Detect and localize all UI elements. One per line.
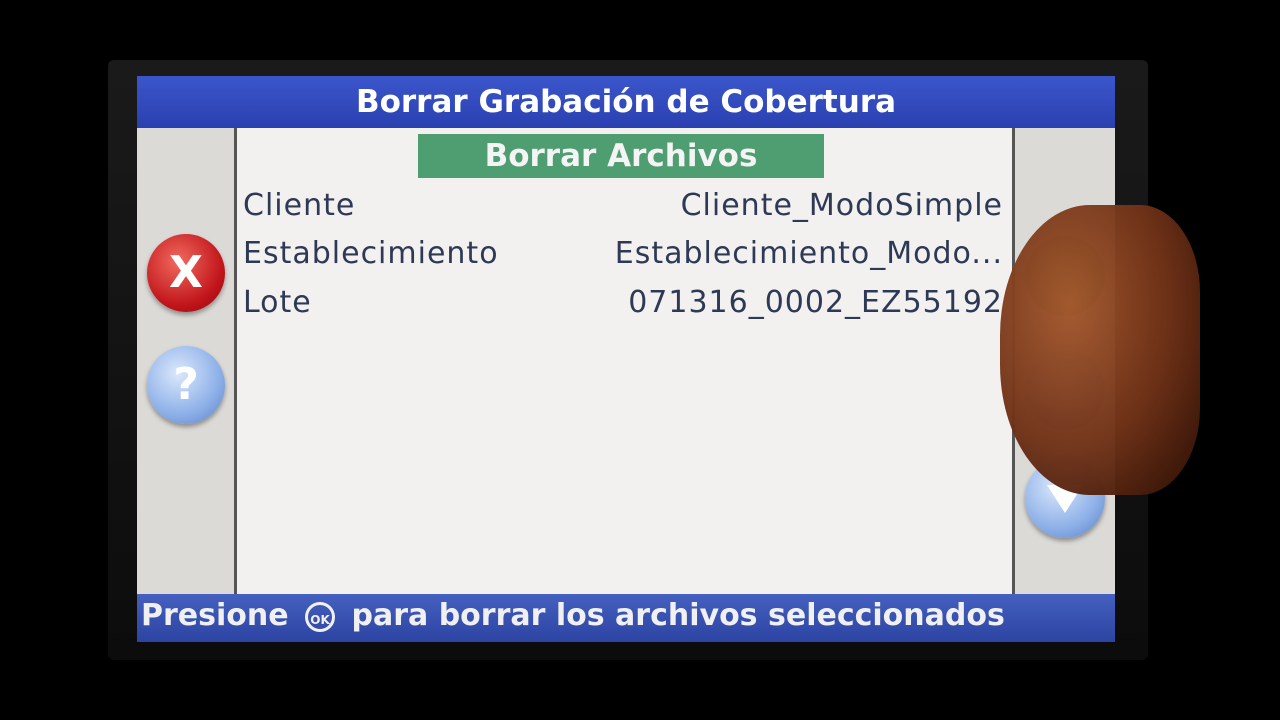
file-details-panel: Borrar Archivos Cliente Cliente_ModoSimp… xyxy=(237,128,1012,594)
left-button-panel: X ? xyxy=(137,128,237,594)
detail-row-cliente[interactable]: Cliente Cliente_ModoSimple xyxy=(243,186,1003,226)
cancel-button[interactable]: X xyxy=(147,234,225,312)
user-finger xyxy=(1000,205,1200,495)
close-icon: X xyxy=(169,247,203,298)
detail-label: Cliente xyxy=(243,188,356,223)
section-header: Borrar Archivos xyxy=(418,134,824,178)
detail-value: Cliente_ModoSimple xyxy=(680,188,1003,223)
detail-value: 071316_0002_EZ55192 xyxy=(628,285,1003,320)
help-button[interactable]: ? xyxy=(147,346,225,424)
help-icon: ? xyxy=(173,359,199,410)
detail-row-establecimiento[interactable]: Establecimiento Establecimiento_Modo... xyxy=(243,234,1003,274)
device-screen: Borrar Grabación de Cobertura X ? Borrar… xyxy=(137,76,1115,642)
detail-row-lote[interactable]: Lote 071316_0002_EZ55192 xyxy=(243,283,1003,323)
page-title: Borrar Grabación de Cobertura xyxy=(137,76,1115,128)
detail-label: Lote xyxy=(243,285,312,320)
ok-icon: OK xyxy=(305,601,336,632)
detail-label: Establecimiento xyxy=(243,236,499,271)
status-suffix: para borrar los archivos seleccionados xyxy=(351,598,1005,633)
detail-value: Establecimiento_Modo... xyxy=(614,236,1003,271)
status-bar: Presione OK para borrar los archivos sel… xyxy=(137,594,1115,642)
status-prefix: Presione xyxy=(141,598,289,633)
